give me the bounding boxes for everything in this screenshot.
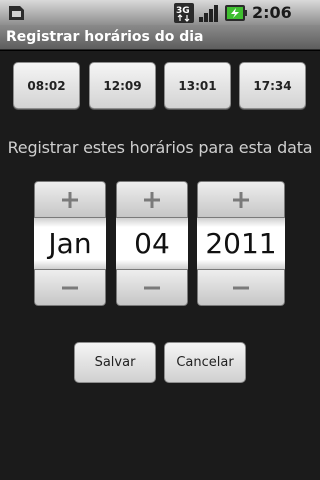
time-button-3[interactable]: 13:01 [164,62,231,109]
year-picker: 2011 [197,181,285,306]
page-title: Registrar horários do dia [6,29,204,45]
3g-data-icon: 3G [174,3,194,23]
plus-icon [233,191,249,208]
minus-icon [144,286,160,289]
cancel-button[interactable]: Cancelar [164,342,246,383]
day-increment-button[interactable] [116,181,188,218]
minus-icon [62,286,78,289]
title-bar: Registrar horários do dia [0,25,320,50]
month-increment-button[interactable] [34,181,106,218]
minus-icon [233,286,249,289]
year-value[interactable]: 2011 [197,218,285,269]
sim-card-icon [9,6,24,20]
network-label: 3G [176,6,190,16]
signal-strength-icon [199,5,218,22]
date-prompt: Registrar estes horários para esta data [7,138,313,157]
save-button[interactable]: Salvar [74,342,156,383]
time-button-4[interactable]: 17:34 [239,62,306,109]
time-button-2[interactable]: 12:09 [89,62,156,109]
plus-icon [62,191,78,208]
month-picker: Jan [34,181,106,306]
battery-charging-icon [225,5,247,21]
year-decrement-button[interactable] [197,269,285,306]
plus-icon [144,191,160,208]
time-button-1[interactable]: 08:02 [13,62,80,109]
status-bar: 3G 2:06 AM [0,0,320,41]
month-value[interactable]: Jan [34,218,106,269]
day-decrement-button[interactable] [116,269,188,306]
day-picker: 04 [116,181,188,306]
month-decrement-button[interactable] [34,269,106,306]
year-increment-button[interactable] [197,181,285,218]
main-content: 08:02 12:09 13:01 17:34 Registrar estes … [0,51,320,480]
day-value[interactable]: 04 [116,218,188,269]
